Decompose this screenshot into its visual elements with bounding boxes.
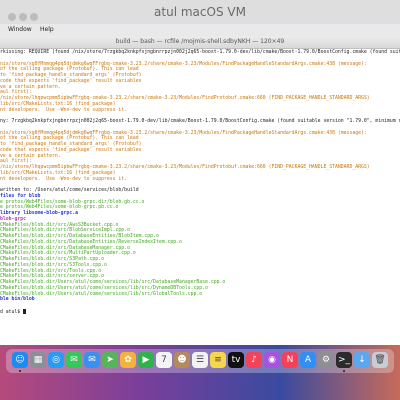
menu-help[interactable]: Help bbox=[40, 26, 54, 33]
menu-bar: Window Help bbox=[0, 24, 400, 36]
downloads-icon[interactable]: ↓ bbox=[354, 352, 370, 368]
terminal-line: ny: 7rzgkbq2knkpfxjngbnrrpzjn002j2q65-bo… bbox=[0, 119, 400, 124]
terminal-line: /nix/store/lhqpwcpmm5ipbwFFrgbq-cmake-3.… bbox=[0, 165, 370, 170]
running-indicator bbox=[343, 370, 345, 372]
terminal-text: rkissing: REQUIRE (found /nix/store/7rzg… bbox=[0, 49, 400, 315]
music-icon[interactable]: ♪ bbox=[246, 352, 262, 368]
settings-icon[interactable]: ⚙ bbox=[318, 352, 334, 368]
terminal-cursor bbox=[23, 308, 27, 314]
maps-icon[interactable]: ➤ bbox=[102, 352, 118, 368]
running-indicator bbox=[19, 370, 21, 372]
terminal-line: /nix/store/lhqpwcpmm5ipbwFFrgbq-cmake-3.… bbox=[0, 96, 370, 101]
launchpad-icon[interactable]: ▦ bbox=[30, 352, 46, 368]
photos-icon[interactable]: ✿ bbox=[120, 352, 136, 368]
vm-window-titlebar: atul macOS VM bbox=[0, 0, 400, 24]
contacts-icon[interactable]: ☻ bbox=[174, 352, 190, 368]
finder-icon[interactable]: ☺ bbox=[12, 352, 28, 368]
appletv-icon[interactable]: tv bbox=[228, 352, 244, 368]
calendar-icon[interactable]: 7 bbox=[156, 352, 172, 368]
podcasts-icon[interactable]: ◉ bbox=[264, 352, 280, 368]
notes-icon[interactable]: ≡ bbox=[210, 352, 226, 368]
terminal-icon[interactable]: >_ bbox=[336, 352, 352, 368]
terminal-output[interactable]: rkissing: REQUIRE (found /nix/store/7rzg… bbox=[0, 49, 400, 345]
menu-window[interactable]: Window bbox=[8, 26, 32, 33]
terminal-line: rkissing: REQUIRE (found /nix/store/7rzg… bbox=[0, 50, 400, 55]
reminders-icon[interactable]: ☰ bbox=[192, 352, 208, 368]
appstore-icon[interactable]: A bbox=[300, 352, 316, 368]
terminal-titlebar: build — bash — rcfile /mojmis-shell.sdby… bbox=[0, 36, 400, 49]
news-icon[interactable]: N bbox=[282, 352, 298, 368]
safari-icon[interactable]: ◎ bbox=[48, 352, 64, 368]
terminal-title: build — bash — rcfile /mojmis-shell.sdby… bbox=[115, 38, 285, 45]
facetime-icon[interactable]: ▶ bbox=[138, 352, 154, 368]
mail-icon[interactable]: ✉ bbox=[84, 352, 100, 368]
terminal-line: d atul$ bbox=[0, 308, 400, 315]
trash-icon[interactable]: 🗑 bbox=[372, 352, 388, 368]
vm-window-title: atul macOS VM bbox=[154, 5, 246, 19]
messages-icon[interactable]: ✉ bbox=[66, 352, 82, 368]
